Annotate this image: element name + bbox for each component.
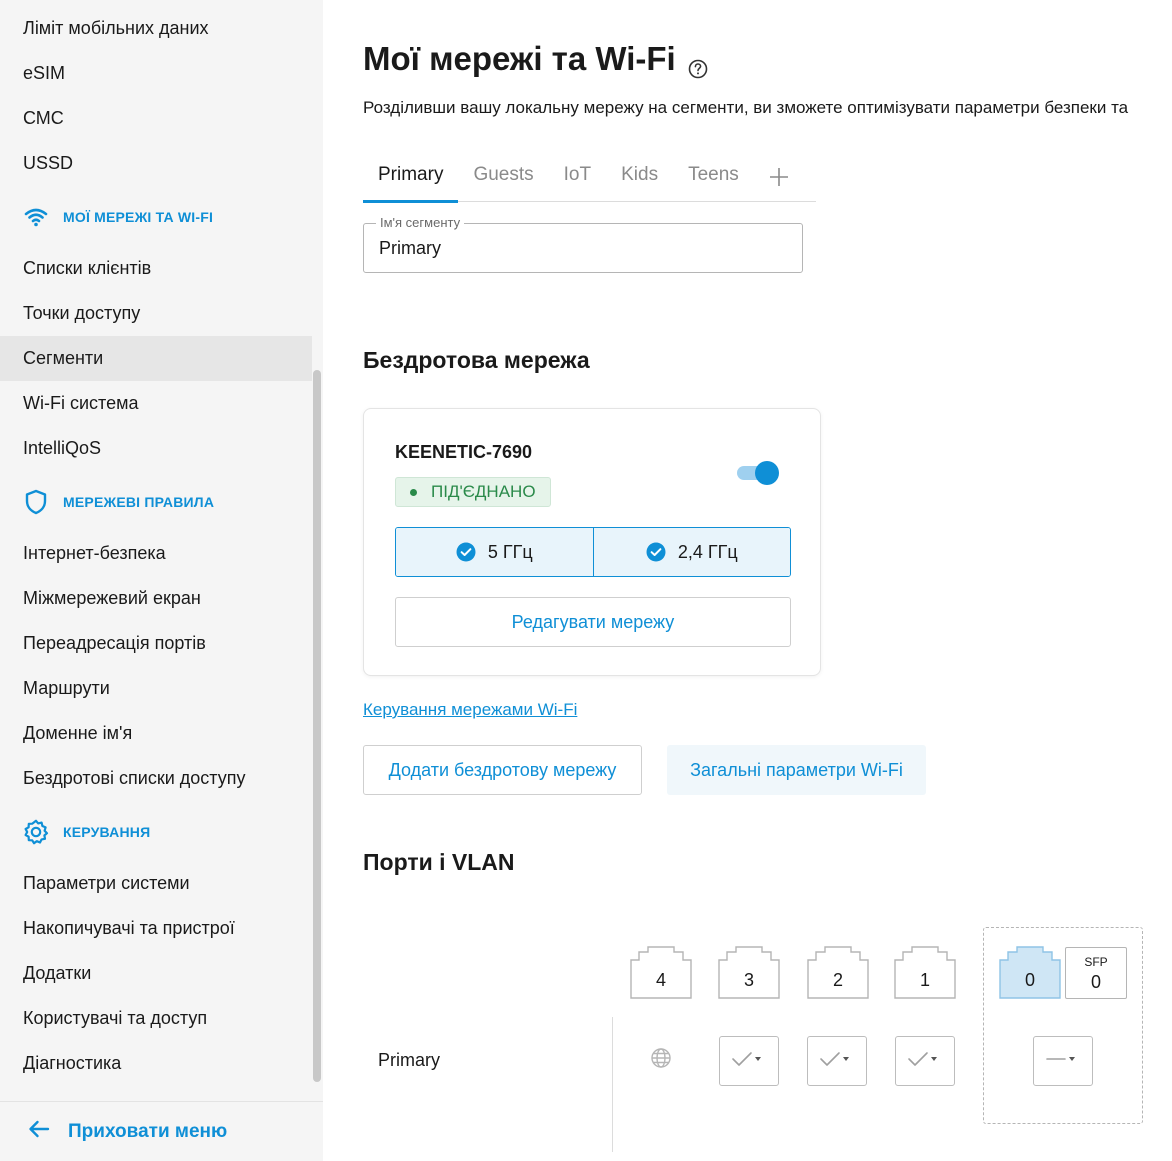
segment-tabs: Primary Guests IoT Kids Teens [363, 154, 816, 203]
check-dropdown-icon [731, 1049, 767, 1074]
segment-row-label: Primary [378, 1050, 440, 1070]
sidebar-item-system-settings[interactable]: Параметри системи [0, 861, 312, 906]
sidebar-item-internet-security[interactable]: Інтернет-безпека [0, 531, 312, 576]
sidebar-item-users-access[interactable]: Користувачі та доступ [0, 996, 312, 1041]
port-1-mode-select[interactable] [895, 1036, 955, 1086]
port-number: 0 [1024, 970, 1035, 990]
general-wifi-settings-button[interactable]: Загальні параметри Wi-Fi [667, 745, 926, 795]
add-segment-button[interactable] [754, 154, 804, 202]
wireless-section-title: Бездротова мережа [363, 347, 590, 373]
lan-port-2[interactable]: 2 [807, 946, 869, 999]
lan-port-4[interactable]: 4 [630, 946, 692, 999]
wan-port-0[interactable]: 0 [999, 946, 1061, 999]
sidebar-group-label: МОЇ МЕРЕЖІ ТА WI-FI [63, 208, 214, 225]
sidebar-item-routes[interactable]: Маршрути [0, 666, 312, 711]
sidebar-item-ussd[interactable]: USSD [0, 141, 312, 186]
segment-name-field[interactable]: Ім'я сегменту Primary [363, 215, 803, 273]
sfp-port-0[interactable]: SFP 0 [1065, 947, 1127, 999]
sidebar-item-mobile-data-limit[interactable]: Ліміт мобільних даних [0, 6, 312, 51]
tab-primary[interactable]: Primary [363, 154, 459, 203]
status-text: ПІД'ЄДНАНО [431, 482, 536, 501]
port-number: 0 [1090, 972, 1101, 992]
sidebar-group-manage[interactable]: КЕРУВАННЯ [0, 809, 312, 854]
sidebar-item-access-points[interactable]: Точки доступу [0, 291, 312, 336]
check-dropdown-icon [907, 1049, 943, 1074]
sidebar-scrollbar[interactable] [313, 370, 321, 1082]
sidebar-item-wireless-acl[interactable]: Бездротові списки доступу [0, 756, 312, 801]
segment-name-input[interactable]: Primary [379, 238, 441, 259]
band-label: 5 ГГц [487, 541, 533, 562]
sidebar-item-apps[interactable]: Додатки [0, 951, 312, 996]
sidebar-group-label: МЕРЕЖЕВІ ПРАВИЛА [63, 493, 215, 510]
sidebar-item-domain-name[interactable]: Доменне ім'я [0, 711, 312, 756]
sidebar-menu: Ліміт мобільних даних eSIM СМС USSD МОЇ … [0, 0, 312, 1100]
port-number: 2 [832, 970, 843, 990]
band-24ghz[interactable]: 2,4 ГГц [592, 528, 790, 576]
ports-divider [612, 1017, 613, 1152]
ssid-label: KEENETIC-7690 [395, 442, 533, 462]
sidebar-item-esim[interactable]: eSIM [0, 51, 312, 96]
edit-network-button[interactable]: Редагувати мережу [395, 597, 791, 647]
plus-icon [768, 168, 790, 192]
port-2-mode-select[interactable] [807, 1036, 867, 1086]
help-icon[interactable] [688, 49, 708, 79]
wifi-icon [23, 204, 49, 230]
sidebar-group-networks[interactable]: МОЇ МЕРЕЖІ ТА WI-FI [0, 194, 312, 239]
page-title: Мої мережі та Wi-Fi [363, 40, 708, 79]
sidebar-item-intelliqos[interactable]: IntelliQoS [0, 426, 312, 471]
globe-icon [650, 1047, 672, 1069]
gear-icon [23, 819, 49, 845]
band-selector: 5 ГГц 2,4 ГГц [395, 527, 791, 577]
sfp-label: SFP [1084, 955, 1108, 969]
page-title-text: Мої мережі та Wi-Fi [363, 40, 676, 77]
status-badge: ПІД'ЄДНАНО [395, 477, 551, 507]
check-circle-icon [456, 542, 476, 562]
check-dropdown-icon [819, 1049, 855, 1074]
shield-icon [23, 489, 49, 515]
manage-wifi-link[interactable]: Керування мережами Wi-Fi [363, 700, 577, 720]
hide-menu-label: Приховати меню [68, 1120, 228, 1142]
port-3-mode-select[interactable] [719, 1036, 779, 1086]
wifi-network-card: KEENETIC-7690 ПІД'ЄДНАНО 5 ГГц 2,4 ГГц Р… [363, 408, 821, 676]
port-number: 3 [743, 970, 754, 990]
lan-port-3[interactable]: 3 [718, 946, 780, 999]
band-5ghz[interactable]: 5 ГГц [396, 528, 593, 576]
hide-menu-button[interactable]: Приховати меню [0, 1101, 323, 1161]
tab-iot[interactable]: IoT [549, 154, 606, 202]
sidebar-item-storage-devices[interactable]: Накопичувачі та пристрої [0, 906, 312, 951]
sidebar-item-sms[interactable]: СМС [0, 96, 312, 141]
tab-kids[interactable]: Kids [606, 154, 673, 202]
tab-teens[interactable]: Teens [673, 154, 754, 202]
status-dot-icon [410, 488, 417, 496]
wifi-toggle[interactable] [737, 461, 781, 485]
sidebar-item-port-forwarding[interactable]: Переадресація портів [0, 621, 312, 666]
lan-port-1[interactable]: 1 [894, 946, 956, 999]
main-content: Мої мережі та Wi-Fi Розділивши вашу лока… [323, 0, 1172, 1161]
add-wireless-network-button[interactable]: Додати бездротову мережу [363, 745, 642, 795]
sidebar-item-diagnostics[interactable]: Діагностика [0, 1041, 312, 1086]
arrow-left-icon [28, 1120, 50, 1143]
page-description: Розділивши вашу локальну мережу на сегме… [363, 98, 1129, 117]
sidebar: Ліміт мобільних даних eSIM СМС USSD МОЇ … [0, 0, 323, 1161]
dash-dropdown-icon [1045, 1049, 1081, 1074]
sidebar-item-segments[interactable]: Сегменти [0, 336, 312, 381]
sidebar-group-label: КЕРУВАННЯ [63, 823, 151, 840]
wan-port-mode-select[interactable] [1033, 1036, 1093, 1086]
tab-guests[interactable]: Guests [458, 154, 548, 202]
sidebar-group-rules[interactable]: МЕРЕЖЕВІ ПРАВИЛА [0, 479, 312, 524]
check-circle-icon [646, 542, 666, 562]
toggle-knob [755, 461, 779, 485]
sidebar-item-wifi-system[interactable]: Wi-Fi система [0, 381, 312, 426]
sidebar-item-client-lists[interactable]: Списки клієнтів [0, 246, 312, 291]
band-label: 2,4 ГГц [677, 541, 738, 562]
segment-name-label: Ім'я сегменту [376, 215, 465, 230]
sidebar-item-firewall[interactable]: Міжмережевий екран [0, 576, 312, 621]
port-number: 4 [655, 970, 666, 990]
ports-section-title: Порти і VLAN [363, 849, 515, 875]
port-number: 1 [919, 970, 930, 990]
